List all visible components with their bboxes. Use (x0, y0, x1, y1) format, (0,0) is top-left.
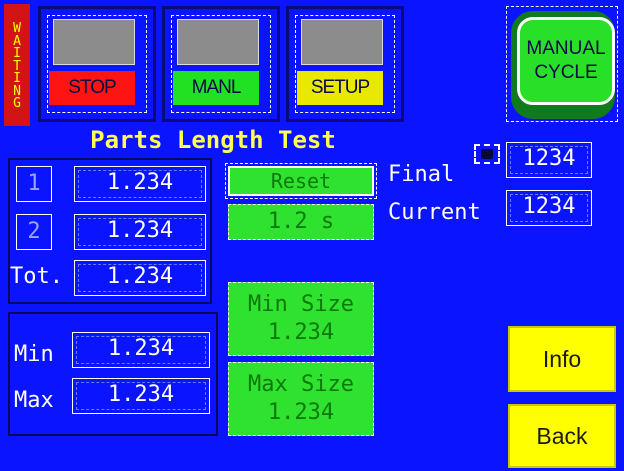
min-limit-field[interactable]: 1.234 (72, 332, 210, 368)
setup-lamp (301, 19, 383, 65)
manual-cycle-line1: MANUAL (526, 38, 606, 59)
max-size-button[interactable]: Max Size 1.234 (228, 362, 374, 436)
manual-mode-lamp (177, 19, 259, 65)
stop-button[interactable]: STOP (38, 6, 156, 122)
limits-panel: Min 1.234 Max 1.234 (8, 312, 218, 436)
max-limit-field[interactable]: 1.234 (72, 378, 210, 414)
stop-button-label: STOP (49, 71, 135, 105)
reset-button[interactable]: Reset (225, 163, 377, 199)
setup-button-label: SETUP (297, 71, 383, 105)
waiting-label: WAITING (13, 20, 21, 112)
back-button[interactable]: Back (508, 404, 616, 468)
manual-cycle-button[interactable]: MANUAL CYCLE (506, 6, 618, 122)
indicator-lamp-icon (474, 144, 500, 164)
manual-mode-button-label: MANL (173, 71, 259, 105)
current-count-label: Current (388, 200, 481, 225)
min-size-button[interactable]: Min Size 1.234 (228, 282, 374, 356)
min-size-value: 1.234 (267, 320, 335, 345)
reading-index-1: 1 (16, 166, 52, 202)
timer-display: 1.2 s (228, 204, 374, 240)
max-size-label: Max Size (248, 372, 354, 397)
hmi-screen: WAITING STOP MANL SETUP MANUAL CYCLE Par… (0, 0, 624, 471)
page-title: Parts Length Test (90, 126, 336, 154)
timer-unit: s (320, 209, 335, 234)
readings-panel: 1 1.234 2 1.234 Tot. 1.234 (8, 158, 212, 304)
reading-index-2: 2 (16, 214, 52, 250)
timer-value: 1.2 (267, 209, 308, 234)
min-limit-label: Min (14, 342, 54, 367)
reading-value-2: 1.234 (74, 214, 206, 250)
waiting-status-indicator: WAITING (4, 4, 30, 126)
final-count-value: 1234 (506, 142, 592, 178)
reading-value-1: 1.234 (74, 166, 206, 202)
current-count-value: 1234 (506, 190, 592, 226)
info-button[interactable]: Info (508, 326, 616, 392)
final-count-label: Final (388, 162, 455, 187)
total-value: 1.234 (74, 260, 206, 296)
setup-button[interactable]: SETUP (286, 6, 404, 122)
min-size-label: Min Size (248, 292, 354, 317)
max-size-value: 1.234 (267, 400, 335, 425)
total-label: Tot. (10, 264, 63, 289)
manual-cycle-line2: CYCLE (534, 62, 598, 83)
stop-lamp (53, 19, 135, 65)
manual-cycle-face: MANUAL CYCLE (517, 17, 615, 105)
max-limit-label: Max (14, 388, 54, 413)
manual-mode-button[interactable]: MANL (162, 6, 280, 122)
